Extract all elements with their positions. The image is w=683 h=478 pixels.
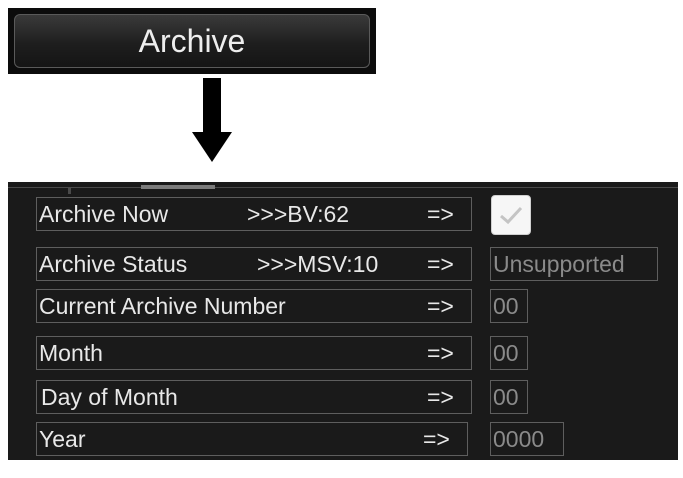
row-label-text: Archive Now bbox=[39, 201, 169, 227]
row-label-text: Year bbox=[39, 426, 86, 452]
day-of-month-value: 00 bbox=[490, 380, 528, 414]
row-month-label: Month => bbox=[36, 336, 472, 370]
archive-button[interactable]: Archive bbox=[14, 14, 370, 68]
archive-now-checkbox[interactable] bbox=[491, 195, 531, 235]
row-arrow: => bbox=[427, 251, 454, 277]
row-label-text: Current Archive Number bbox=[39, 293, 286, 319]
panel-divider bbox=[8, 187, 678, 188]
checkmark-icon bbox=[500, 206, 523, 225]
archive-button-label: Archive bbox=[138, 22, 246, 59]
row-arrow: => bbox=[427, 384, 454, 410]
archive-button-frame: Archive bbox=[8, 8, 376, 74]
row-arrow: => bbox=[427, 340, 454, 366]
down-arrow-icon bbox=[192, 78, 232, 162]
row-code: >>>MSV:10 bbox=[257, 251, 379, 277]
row-arrow: => bbox=[423, 426, 450, 452]
archive-status-value: Unsupported bbox=[490, 247, 658, 281]
month-value: 00 bbox=[490, 336, 528, 370]
current-archive-number-value: 00 bbox=[490, 289, 528, 323]
panel-tab-marker bbox=[68, 187, 71, 194]
row-year-label: Year => bbox=[36, 422, 468, 456]
row-arrow: => bbox=[427, 201, 454, 227]
row-arrow: => bbox=[427, 293, 454, 319]
year-value: 0000 bbox=[490, 422, 564, 456]
row-label-text: Archive Status bbox=[39, 251, 188, 277]
panel-tab-indicator bbox=[141, 185, 215, 189]
row-code: >>>BV:62 bbox=[247, 201, 350, 227]
row-label-text: Month bbox=[39, 340, 103, 366]
row-current-archive-number-label: Current Archive Number => bbox=[36, 289, 472, 323]
row-archive-now-label: Archive Now >>>BV:62 => bbox=[36, 197, 472, 231]
row-day-of-month-label: Day of Month => bbox=[36, 380, 472, 414]
row-archive-status-label: Archive Status >>>MSV:10 => bbox=[36, 247, 472, 281]
row-label-text: Day of Month bbox=[41, 384, 178, 410]
